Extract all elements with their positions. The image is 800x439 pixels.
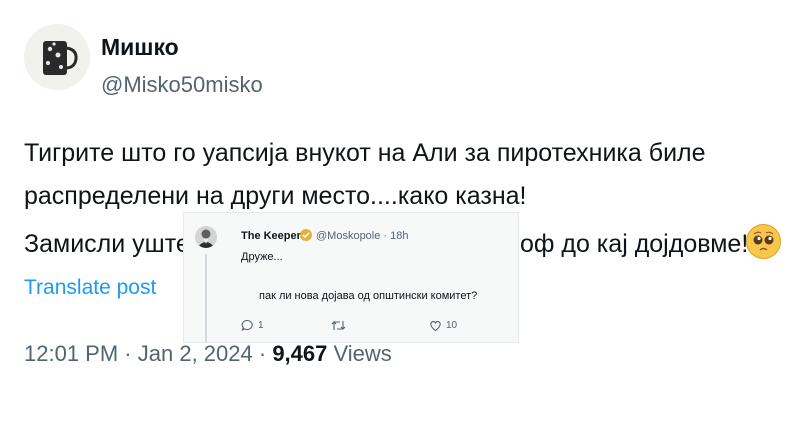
tweet-text-line-3-start: Замисли уште [24, 230, 190, 258]
retweet-icon [331, 320, 346, 330]
mug-avatar-icon [24, 24, 90, 90]
tweet-time[interactable]: 12:01 PM [24, 341, 118, 366]
tweet-date[interactable]: Jan 2, 2024 [138, 341, 253, 366]
author-name[interactable]: Мишко [101, 34, 179, 61]
reply-icon [241, 319, 253, 331]
pleading-face-emoji-icon [746, 224, 781, 259]
reply-author-name[interactable]: The Keeper [241, 230, 301, 242]
views-count: 9,467 [272, 341, 328, 366]
tweet-text-line-3-end: .оф до кај дојдовме! [513, 230, 749, 258]
reply-text-line-2: пак ли нова дојава од општински комитет? [259, 290, 478, 302]
thread-connector [205, 254, 207, 342]
tweet-text-line-2: распределени на други место....како казн… [24, 182, 527, 210]
reply-author-avatar[interactable] [195, 226, 217, 248]
like-count: 10 [446, 319, 458, 331]
tweet-text-line-1: Тигрите што го уапсија внукот на Али за … [24, 139, 706, 167]
reply-count: 1 [258, 319, 264, 331]
like-button[interactable]: 10 [429, 318, 457, 332]
reply-author-handle[interactable]: @Moskopole · 18h [316, 230, 409, 242]
verified-badge-icon [300, 229, 312, 241]
meta-separator: · [124, 341, 132, 366]
reply-button[interactable]: 1 [241, 318, 264, 332]
tweet-metadata: 12:01 PM · Jan 2, 2024 · 9,467 Views [24, 341, 392, 367]
retweet-button[interactable] [331, 318, 350, 332]
views-label: Views [333, 341, 392, 366]
reply-card: The Keeper @Moskopole · 18h Друже... пак… [183, 212, 519, 343]
translate-post-link[interactable]: Translate post [24, 276, 156, 300]
heart-icon [430, 320, 441, 331]
author-handle[interactable]: @Misko50misko [101, 72, 263, 98]
reply-text-line-1: Друже... [241, 251, 283, 263]
meta-separator: · [258, 341, 267, 366]
author-avatar[interactable] [24, 24, 90, 90]
